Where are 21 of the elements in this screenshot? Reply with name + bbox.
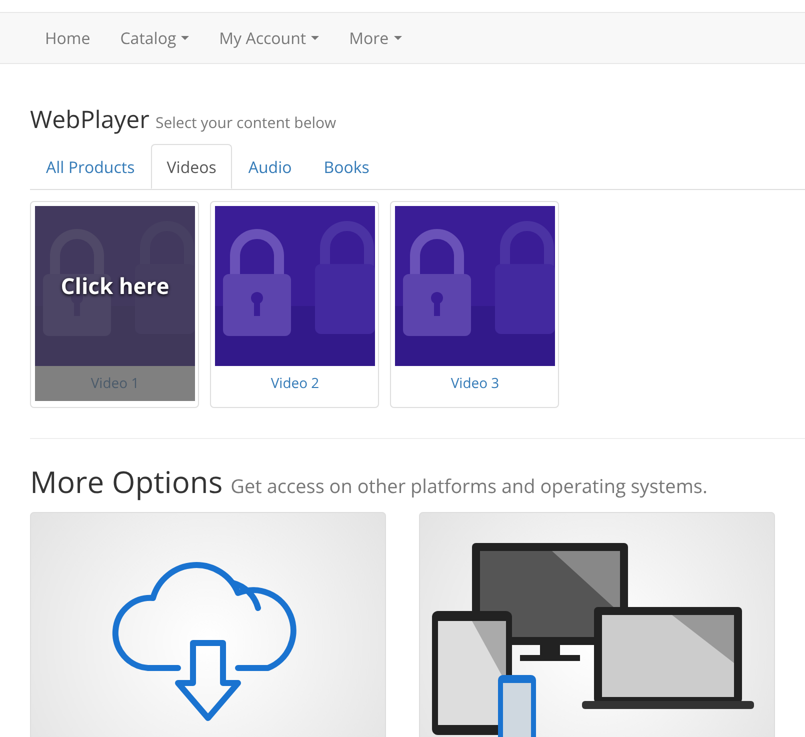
tab[interactable]: All Products [30, 144, 151, 189]
nav-link[interactable]: More [334, 26, 417, 50]
nav-link[interactable]: Home [30, 26, 106, 50]
section-title: More Options [30, 460, 223, 504]
nav-link[interactable]: My Account [204, 26, 334, 50]
page-title: WebPlayer [30, 102, 150, 138]
hover-overlay[interactable]: Click here [35, 206, 195, 366]
tab[interactable]: Books [308, 144, 386, 189]
caret-icon [311, 36, 320, 40]
section-subtitle: Get access on other platforms and operating systems. [230, 472, 708, 500]
video-card[interactable]: Video 3 [390, 201, 559, 408]
video-title: Video 3 [450, 373, 500, 395]
caret-icon [181, 36, 190, 40]
video-title: Video 2 [270, 373, 320, 395]
tab[interactable]: Videos [150, 144, 232, 189]
tab[interactable]: Audio [232, 144, 308, 189]
nav-link[interactable]: Catalog [105, 26, 204, 50]
caret-icon [394, 36, 402, 40]
page-subtitle: Select your content below [155, 112, 336, 134]
video-card[interactable]: Video 2 [210, 201, 379, 408]
option-card[interactable] [419, 512, 775, 737]
